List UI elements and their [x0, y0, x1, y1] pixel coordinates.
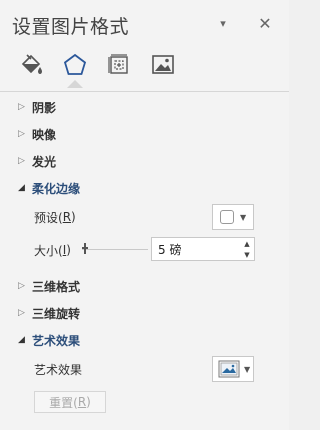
spin-down-icon[interactable]: ▼	[240, 249, 254, 260]
picture-icon	[152, 55, 174, 74]
spin-up-icon[interactable]: ▲	[240, 238, 254, 249]
expand-arrow-icon: ▷	[18, 308, 25, 318]
size-properties-icon	[108, 54, 128, 74]
preset-dropdown[interactable]: ▼	[212, 204, 254, 230]
pentagon-icon	[63, 53, 87, 75]
close-button[interactable]: ✕	[256, 14, 274, 33]
size-slider-track[interactable]	[82, 249, 148, 250]
collapse-arrow-icon: ◢	[18, 335, 25, 345]
category-tabs	[14, 50, 180, 84]
section-soft-edges[interactable]: ◢ 柔化边缘	[18, 177, 80, 199]
section-label: 三维格式	[32, 279, 81, 294]
section-3d-format[interactable]: ▷ 三维格式	[18, 275, 80, 297]
section-label: 发光	[32, 154, 57, 169]
artistic-effects-dropdown[interactable]: ▼	[212, 356, 254, 382]
size-value[interactable]: 5 磅	[152, 241, 240, 258]
tab-picture[interactable]	[146, 50, 180, 80]
section-reflection[interactable]: ▷ 映像	[18, 123, 56, 145]
preset-label: 预设(R)	[34, 210, 76, 225]
pane-options-dropdown[interactable]: ▾	[214, 14, 232, 32]
section-label: 三维旋转	[32, 306, 81, 321]
section-label: 柔化边缘	[32, 181, 81, 196]
size-slider-thumb[interactable]	[82, 243, 88, 254]
expand-arrow-icon: ▷	[18, 102, 25, 112]
section-3d-rotation[interactable]: ▷ 三维旋转	[18, 302, 80, 324]
paint-bucket-icon	[21, 54, 42, 74]
section-glow[interactable]: ▷ 发光	[18, 150, 56, 172]
chevron-down-icon: ▼	[244, 364, 251, 374]
reset-button[interactable]: 重置(R)	[34, 391, 106, 413]
tab-size-properties[interactable]	[102, 50, 136, 80]
format-picture-pane: 设置图片格式 ▾ ✕ ▷ 阴影 ▷ 映像 ▷ 发光 ◢ 柔化边缘 预设(R)…	[0, 0, 289, 430]
chevron-down-icon: ▼	[240, 212, 247, 222]
artistic-effect-thumbnail-icon	[218, 360, 240, 378]
tab-divider	[0, 91, 289, 92]
soft-edge-preset-swatch-icon	[220, 210, 234, 224]
expand-arrow-icon: ▷	[18, 156, 25, 166]
section-label: 映像	[32, 127, 57, 142]
size-spinner[interactable]: 5 磅 ▲ ▼	[151, 237, 255, 261]
section-artistic-effects[interactable]: ◢ 艺术效果	[18, 329, 80, 351]
collapse-arrow-icon: ◢	[18, 183, 25, 193]
section-label: 艺术效果	[32, 333, 81, 348]
section-shadow[interactable]: ▷ 阴影	[18, 96, 56, 118]
pane-title: 设置图片格式	[12, 16, 130, 38]
tab-fill-line[interactable]	[14, 50, 48, 80]
expand-arrow-icon: ▷	[18, 281, 25, 291]
tab-effects[interactable]	[58, 50, 92, 80]
section-label: 阴影	[32, 100, 57, 115]
size-label: 大小(I)	[34, 243, 71, 258]
artistic-effects-label: 艺术效果	[34, 362, 83, 377]
expand-arrow-icon: ▷	[18, 129, 25, 139]
